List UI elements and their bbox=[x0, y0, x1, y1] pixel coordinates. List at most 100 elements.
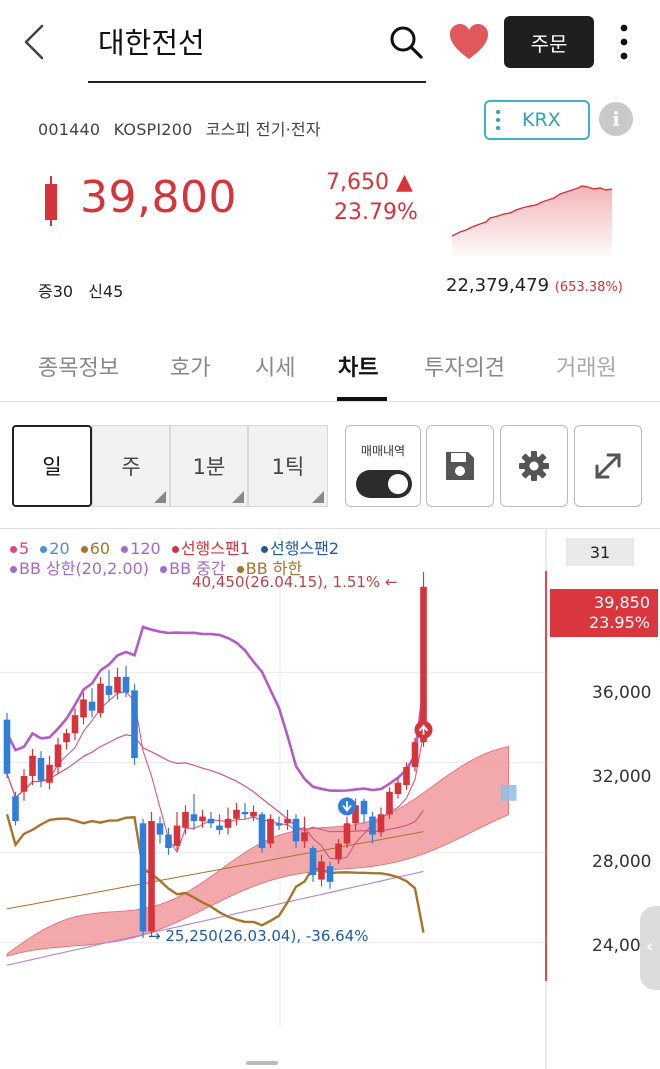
period-label: 일 bbox=[42, 455, 62, 479]
candle-body bbox=[335, 843, 342, 860]
back-arrow-icon[interactable] bbox=[16, 20, 52, 64]
y-tick-label: 24,00 bbox=[592, 936, 641, 956]
candle-body bbox=[284, 818, 291, 824]
candle-body bbox=[326, 866, 334, 882]
period-label: 1틱 bbox=[271, 455, 305, 479]
y-tick-label: 36,000 bbox=[592, 683, 652, 703]
intraday-mini-chart bbox=[451, 185, 613, 256]
submenu-corner-icon bbox=[232, 491, 244, 503]
legend-dot bbox=[121, 546, 129, 553]
submenu-corner-icon bbox=[312, 491, 324, 503]
candle-body bbox=[156, 823, 164, 835]
legend-label: BB 상한(20,2.00) bbox=[19, 559, 150, 578]
legend-dot bbox=[236, 566, 244, 573]
candle-body bbox=[207, 818, 215, 824]
heart-icon[interactable] bbox=[448, 22, 490, 62]
candle-body bbox=[139, 823, 147, 932]
candle-body bbox=[80, 699, 87, 718]
toggle-knob bbox=[388, 474, 408, 494]
search-icon[interactable] bbox=[386, 22, 426, 62]
candle-body bbox=[369, 816, 376, 835]
side-panel-handle[interactable]: ‹ bbox=[640, 906, 660, 990]
credit-rate: 신45 bbox=[88, 282, 124, 301]
expand-button[interactable] bbox=[574, 425, 642, 507]
candle-body bbox=[29, 755, 36, 776]
trade-history-label: 매매내역 bbox=[360, 444, 406, 458]
candle-body bbox=[199, 816, 206, 822]
toggle-switch[interactable] bbox=[356, 470, 412, 498]
more-vertical-icon[interactable] bbox=[612, 20, 636, 64]
candle-body bbox=[88, 701, 96, 711]
stock-sector: 코스피 전기·전자 bbox=[205, 120, 321, 139]
candle-body bbox=[54, 744, 62, 767]
info-icon[interactable]: i bbox=[599, 102, 633, 136]
top-app-bar: 대한전선 주문 bbox=[0, 0, 660, 90]
gear-icon bbox=[519, 451, 549, 481]
save-button[interactable] bbox=[426, 425, 494, 507]
submenu-corner-icon bbox=[154, 491, 166, 503]
current-price-label: 39,850 bbox=[594, 593, 650, 612]
bottom-grip-handle[interactable] bbox=[246, 1061, 278, 1065]
tab-chart[interactable]: 차트 bbox=[338, 350, 378, 382]
candle-body bbox=[105, 685, 113, 695]
candle-icon bbox=[45, 176, 57, 226]
period-minute[interactable]: 1분 bbox=[170, 425, 248, 507]
chart-area[interactable]: 5 20 60 120 선행스팬1 선행스팬2 BB 상한(20,2.00) B… bbox=[0, 528, 660, 1069]
order-button[interactable]: 주문 bbox=[504, 16, 594, 68]
volume-value: 22,379,479 bbox=[446, 275, 550, 296]
period-tick[interactable]: 1틱 bbox=[248, 425, 328, 507]
legend-dot bbox=[160, 566, 168, 573]
period-label: 주 bbox=[121, 455, 141, 479]
stock-index: KOSPI200 bbox=[113, 120, 193, 139]
candle-body bbox=[114, 676, 121, 693]
current-pct-label: 23.95% bbox=[588, 613, 650, 632]
section-tabs: 종목정보 호가 시세 차트 투자의견 거래원 bbox=[0, 340, 660, 402]
legend-dot bbox=[10, 566, 17, 573]
high-annotation: 40,450(26.04.15), 1.51% ← bbox=[192, 573, 398, 591]
candle-body bbox=[182, 812, 189, 828]
legend-dot bbox=[80, 546, 88, 553]
period-weekly[interactable]: 주 bbox=[92, 425, 170, 507]
candle-body bbox=[275, 823, 283, 826]
tab-quotes[interactable]: 시세 bbox=[255, 350, 295, 382]
stock-code: 001440 bbox=[38, 120, 101, 139]
candle-body bbox=[318, 861, 325, 880]
margin-info: 증30 신45 bbox=[38, 278, 133, 302]
legend-dot bbox=[10, 546, 17, 553]
volume-percent: (653.38%) bbox=[554, 280, 623, 295]
candle-body bbox=[224, 818, 232, 828]
candle-body bbox=[71, 715, 79, 734]
settings-button[interactable] bbox=[500, 425, 568, 507]
date-label: 31 bbox=[566, 538, 634, 566]
candle-body bbox=[250, 812, 257, 817]
candle-body bbox=[12, 796, 19, 822]
candle-body bbox=[37, 757, 45, 781]
candle-body bbox=[360, 800, 368, 815]
candle-body bbox=[20, 775, 28, 792]
tab-opinion[interactable]: 투자의견 bbox=[424, 350, 505, 382]
price-change: 7,650 ▲ bbox=[326, 170, 413, 195]
y-tick-label: 28,000 bbox=[592, 852, 652, 872]
title-underline bbox=[88, 81, 426, 83]
legend-bb-upper[interactable]: BB 상한(20,2.00) bbox=[10, 559, 149, 578]
price-change-percent: 23.79% bbox=[334, 200, 418, 225]
exchange-selector[interactable]: KRX bbox=[484, 100, 590, 140]
candle-body bbox=[97, 683, 104, 713]
candle-body bbox=[420, 586, 427, 743]
period-daily[interactable]: 일 bbox=[12, 425, 92, 507]
current-price: 39,800 bbox=[80, 172, 237, 223]
tab-stock-info[interactable]: 종목정보 bbox=[38, 350, 119, 382]
candle-body bbox=[173, 825, 181, 846]
expand-icon bbox=[595, 453, 621, 479]
candle-body bbox=[3, 719, 11, 774]
tab-orderbook[interactable]: 호가 bbox=[170, 350, 210, 382]
candle-body bbox=[394, 782, 402, 795]
chevron-left-icon: ‹ bbox=[646, 936, 654, 957]
ichimoku-cloud-tail bbox=[500, 785, 517, 801]
tab-brokers[interactable]: 거래원 bbox=[556, 350, 617, 382]
candle-body bbox=[241, 812, 249, 815]
candle-body bbox=[233, 809, 240, 819]
trade-history-toggle[interactable]: 매매내역 bbox=[345, 425, 421, 507]
candle-body bbox=[131, 690, 138, 758]
stock-name-title[interactable]: 대한전선 bbox=[98, 20, 205, 62]
